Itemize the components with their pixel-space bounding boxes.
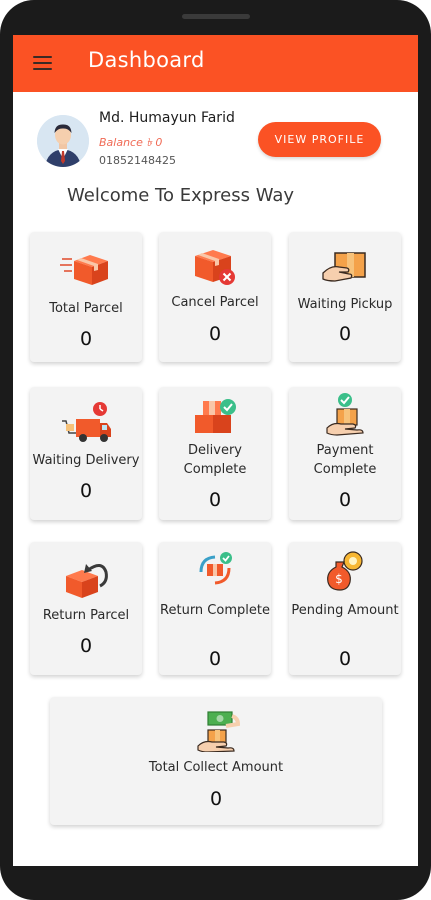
card-value: 0 bbox=[338, 648, 352, 670]
card-label: Cancel Parcel bbox=[171, 295, 259, 310]
card-return-complete[interactable]: Return Complete 0 bbox=[159, 542, 271, 675]
app-bar: Dashboard bbox=[13, 35, 418, 92]
user-name: Md. Humayun Farid bbox=[99, 110, 235, 126]
card-label: Return Parcel bbox=[42, 608, 130, 623]
card-total-collect-amount[interactable]: Total Collect Amount 0 bbox=[50, 697, 382, 825]
card-label: Payment Complete bbox=[313, 443, 377, 477]
card-label: Waiting Delivery bbox=[32, 453, 140, 468]
parcel-box-icon bbox=[60, 255, 108, 285]
user-phone: 01852148425 bbox=[99, 154, 176, 167]
card-value: 0 bbox=[208, 648, 222, 670]
hand-payment-check-icon bbox=[326, 393, 364, 436]
card-waiting-delivery[interactable]: Waiting Delivery 0 bbox=[30, 387, 142, 520]
boxes-check-icon bbox=[195, 399, 236, 433]
card-value: 0 bbox=[79, 635, 93, 657]
card-return-parcel[interactable]: Return Parcel 0 bbox=[30, 542, 142, 675]
collect-money-icon bbox=[197, 711, 240, 752]
card-label: Total Collect Amount bbox=[148, 760, 284, 775]
welcome-heading: Welcome To Express Way bbox=[67, 185, 295, 206]
page-title: Dashboard bbox=[88, 48, 205, 72]
view-profile-button[interactable]: VIEW PROFILE bbox=[258, 122, 381, 157]
card-value: 0 bbox=[79, 328, 93, 350]
card-cancel-parcel[interactable]: Cancel Parcel 0 bbox=[159, 232, 271, 362]
svg-text:$: $ bbox=[335, 572, 343, 586]
hand-box-icon bbox=[322, 252, 366, 282]
phone-frame: Dashboard Md. Humayun Farid Balance ৳ 0 … bbox=[0, 0, 431, 900]
user-balance: Balance ৳ 0 bbox=[99, 136, 163, 149]
card-label: Return Complete bbox=[160, 603, 270, 618]
app-screen: Dashboard Md. Humayun Farid Balance ৳ 0 … bbox=[13, 35, 418, 866]
cancel-box-icon bbox=[195, 250, 235, 285]
user-avatar-icon bbox=[37, 115, 89, 167]
card-pending-amount[interactable]: $ Pending Amount 0 bbox=[289, 542, 401, 675]
return-check-icon bbox=[199, 552, 232, 585]
card-waiting-pickup[interactable]: Waiting Pickup 0 bbox=[289, 232, 401, 362]
card-value: 0 bbox=[208, 489, 222, 511]
money-bag-gear-icon: $ bbox=[327, 551, 363, 591]
card-value: 0 bbox=[338, 489, 352, 511]
card-value: 0 bbox=[79, 480, 93, 502]
return-box-icon bbox=[66, 564, 108, 598]
delivery-truck-icon bbox=[62, 402, 111, 442]
card-label: Total Parcel bbox=[49, 301, 123, 316]
card-label: Pending Amount bbox=[291, 603, 399, 618]
card-total-parcel[interactable]: Total Parcel 0 bbox=[30, 232, 142, 362]
card-delivery-complete[interactable]: Delivery Complete 0 bbox=[159, 387, 271, 520]
card-payment-complete[interactable]: Payment Complete 0 bbox=[289, 387, 401, 520]
card-value: 0 bbox=[338, 323, 352, 345]
card-value: 0 bbox=[209, 788, 223, 810]
card-label: Delivery Complete bbox=[183, 443, 247, 477]
card-label: Waiting Pickup bbox=[297, 297, 393, 312]
avatar bbox=[37, 115, 89, 167]
card-value: 0 bbox=[208, 323, 222, 345]
hamburger-menu-icon[interactable] bbox=[33, 56, 52, 70]
speaker-grille bbox=[182, 14, 250, 19]
